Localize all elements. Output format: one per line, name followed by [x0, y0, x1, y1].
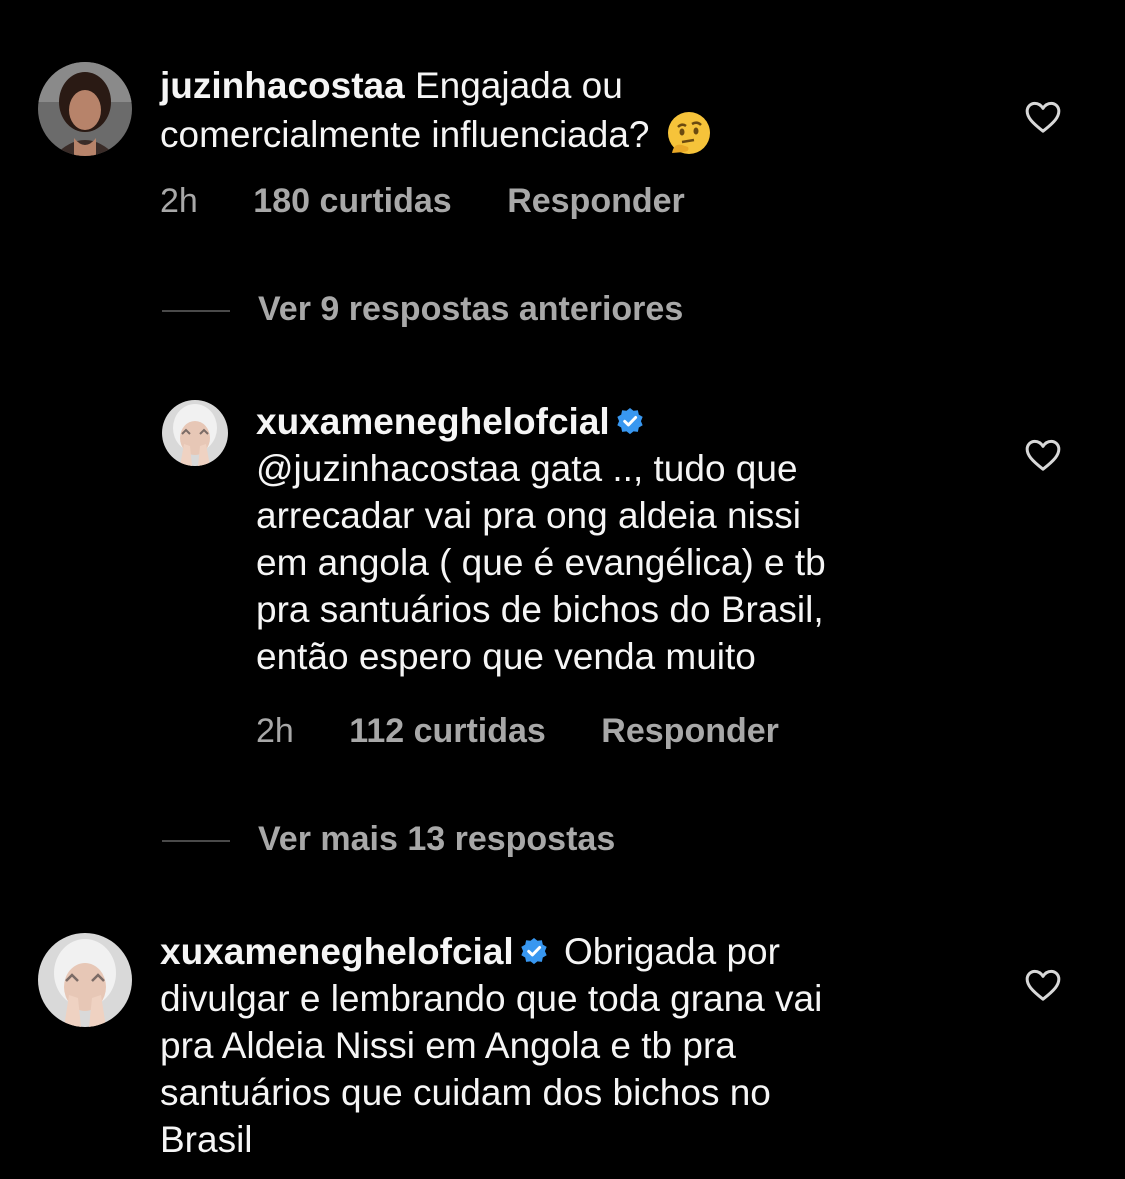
replies-divider	[162, 840, 230, 842]
view-more-replies[interactable]: Ver mais 13 respostas	[258, 820, 615, 859]
heart-icon[interactable]	[1023, 97, 1063, 137]
avatar-xuxameneghelofcial[interactable]	[162, 400, 228, 466]
mention-link[interactable]: @juzinhacostaa	[256, 448, 520, 489]
thinking-face-emoji-icon	[664, 109, 714, 159]
comment-username[interactable]: xuxameneghelofcial	[160, 931, 514, 972]
comment-time: 2h	[160, 182, 198, 220]
heart-icon[interactable]	[1023, 435, 1063, 475]
comment-likes[interactable]: 180 curtidas	[253, 182, 451, 220]
comment-username[interactable]: xuxameneghelofcial	[256, 401, 610, 442]
verified-badge-icon	[518, 932, 550, 965]
reply-button[interactable]: Responder	[601, 712, 779, 750]
comment-username[interactable]: juzinhacostaa	[160, 65, 405, 106]
comment-text-part-2: comercialmente influenciada?	[160, 114, 650, 155]
comment-time: 2h	[256, 712, 294, 750]
verified-badge-icon	[614, 402, 646, 435]
view-previous-replies[interactable]: Ver 9 respostas anteriores	[258, 290, 683, 329]
reply-button[interactable]: Responder	[507, 182, 685, 220]
comment-text: @juzinhacostaa gata .., tudo que arrecada…	[256, 448, 826, 677]
comment-likes[interactable]: 112 curtidas	[349, 712, 546, 750]
comment-text-part-1: Engajada ou	[414, 65, 623, 106]
replies-divider	[162, 310, 230, 312]
avatar-xuxameneghelofcial[interactable]	[38, 933, 132, 1027]
heart-icon[interactable]	[1023, 965, 1063, 1005]
avatar-juzinhacostaa[interactable]	[38, 62, 132, 156]
